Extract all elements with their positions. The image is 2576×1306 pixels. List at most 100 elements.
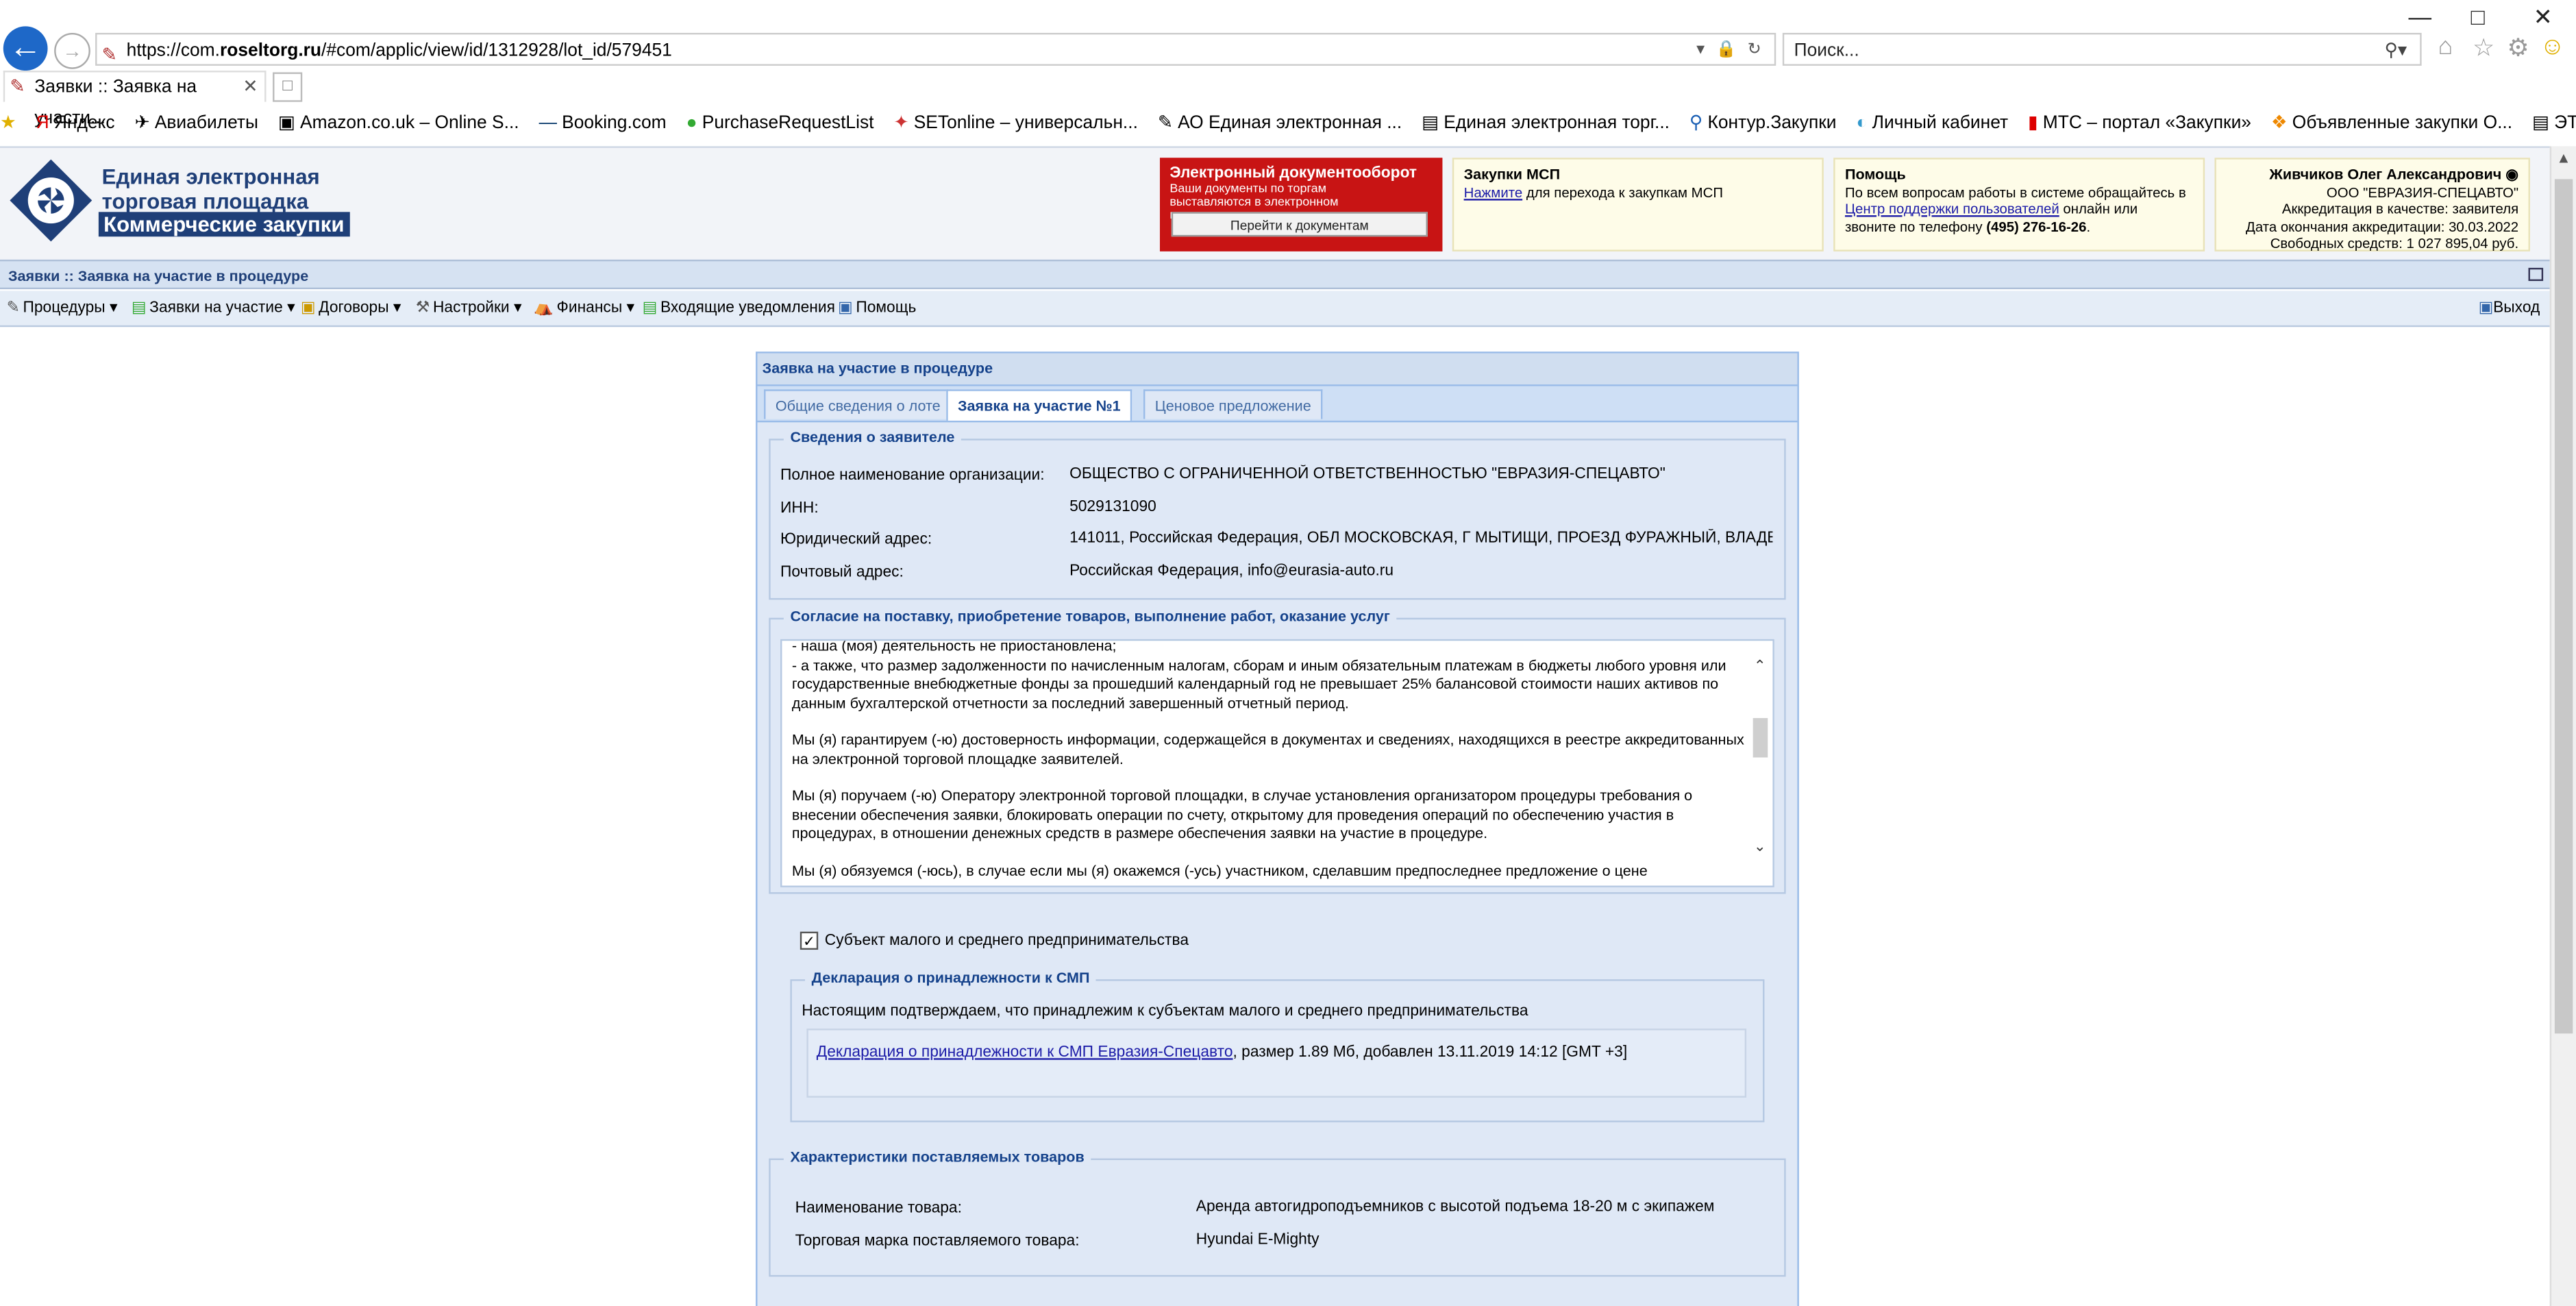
wrench-icon: ⚒ bbox=[415, 299, 430, 317]
tab-favicon-icon: ✎ bbox=[10, 77, 25, 97]
applicant-section: Сведения о заявителе Полное наименование… bbox=[769, 428, 1786, 600]
menu-settings[interactable]: ⚒ Настройки ▾ bbox=[416, 291, 522, 325]
fav-item[interactable]: ▣ Amazon.co.uk – Online S... bbox=[278, 105, 519, 141]
support-center-link[interactable]: Центр поддержки пользователей bbox=[1845, 201, 2059, 217]
fav-item[interactable]: Я Яндекс bbox=[36, 105, 115, 141]
smiley-icon[interactable]: ☺ bbox=[2540, 33, 2565, 61]
user-accreditation: Аккредитация в качестве: заявителя bbox=[2281, 200, 2519, 217]
close-window-icon[interactable]: ✕ bbox=[2534, 3, 2553, 32]
menu-finance[interactable]: ⛺ Финансы ▾ bbox=[534, 291, 634, 325]
page-icon: ▤ bbox=[2532, 113, 2549, 134]
logo-text-line2: торговая площадка bbox=[101, 188, 309, 214]
tab-lot-info[interactable]: Общие сведения о лоте bbox=[764, 389, 952, 419]
smp-checkbox[interactable]: ✓ bbox=[800, 931, 819, 950]
help-title: Помощь bbox=[1844, 166, 1906, 183]
address-bar[interactable]: ✎ https://com.roseltorg.ru/#com/applic/v… bbox=[95, 32, 1776, 67]
msp-title: Закупки МСП bbox=[1463, 166, 1561, 183]
goods-section: Характеристики поставляемых товаров Наим… bbox=[769, 1148, 1786, 1277]
zakupki-icon: ❖ bbox=[2270, 113, 2288, 134]
url-domain: roseltorg.ru bbox=[219, 40, 322, 61]
declaration-document-link[interactable]: Декларация о принадлежности к СМП Еврази… bbox=[817, 1044, 1233, 1061]
menu-notifications[interactable]: ▤ Входящие уведомления bbox=[643, 291, 835, 325]
fav-item[interactable]: ◐ Личный кабинет bbox=[1856, 105, 2008, 141]
back-button[interactable]: ← bbox=[3, 26, 48, 71]
menu-contracts[interactable]: ▣ Договоры ▾ bbox=[301, 291, 401, 325]
browser-chrome: ← → ✎ https://com.roseltorg.ru/#com/appl… bbox=[0, 0, 2576, 145]
eye-icon[interactable]: ◉ bbox=[2505, 166, 2518, 182]
fav-item[interactable]: ✎ АО Единая электронная ... bbox=[1158, 105, 1402, 141]
forward-button[interactable]: → bbox=[54, 32, 90, 69]
amazon-icon: ▣ bbox=[277, 113, 295, 134]
arrow-right-icon: → bbox=[62, 39, 82, 63]
fav-item[interactable]: ✦ SETonline – универсальн... bbox=[893, 105, 1138, 141]
site-favicon-icon: ✎ bbox=[101, 46, 117, 66]
smp-checkbox-label[interactable]: Субъект малого и среднего предпринимател… bbox=[825, 932, 1189, 950]
consent-textarea[interactable]: - наша (моя) деятельность не приостановл… bbox=[780, 639, 1774, 887]
menu-procedures[interactable]: ✎ Процедуры ▾ bbox=[7, 291, 118, 325]
exit-icon: ▣ bbox=[2478, 299, 2494, 317]
logo-text-line1: Единая электронная bbox=[101, 164, 320, 189]
exit-button[interactable]: ▣Выход bbox=[2479, 291, 2540, 325]
fav-item[interactable]: ❖ Объявленные закупки О... bbox=[2271, 105, 2512, 141]
panel-tabs: Общие сведения о лоте Заявка на участие … bbox=[757, 386, 1798, 423]
favorites-star-icon[interactable]: ★ bbox=[0, 105, 16, 141]
go-to-documents-button[interactable]: Перейти к документам bbox=[1171, 212, 1428, 237]
yandex-icon: Я bbox=[36, 113, 49, 134]
textarea-scroll-thumb[interactable] bbox=[1753, 717, 1768, 758]
msp-link[interactable]: Нажмите bbox=[1464, 183, 1523, 199]
close-tab-icon[interactable]: ✕ bbox=[243, 73, 258, 104]
menu-help[interactable]: ▣ Помощь bbox=[838, 291, 916, 325]
menu-applications[interactable]: ▤ Заявки на участие ▾ bbox=[132, 291, 295, 325]
scroll-up-icon[interactable]: ▲ bbox=[2556, 149, 2571, 166]
fav-item[interactable]: — Booking.com bbox=[539, 105, 667, 141]
search-input[interactable]: Поиск... ⚲▾ bbox=[1782, 32, 2422, 67]
consent-section: Согласие на поставку, приобретение товар… bbox=[769, 608, 1786, 894]
fav-item[interactable]: ● PurchaseRequestList bbox=[686, 105, 874, 141]
fav-item[interactable]: ▤ЭТП ТЭК-Торг секция ПА... bbox=[2532, 105, 2576, 141]
plane-icon: ✈ bbox=[134, 113, 150, 134]
mts-icon: ▮ bbox=[2028, 113, 2038, 134]
home-icon[interactable]: ⌂ bbox=[2438, 33, 2453, 61]
tab-application[interactable]: Заявка на участие №1 bbox=[946, 389, 1132, 421]
browser-tab[interactable]: ✎ Заявки :: Заявка на участи... ✕ bbox=[3, 71, 267, 128]
search-icon[interactable]: ⚲▾ bbox=[2385, 34, 2407, 67]
panel-title: Заявка на участие в процедуре bbox=[757, 353, 1798, 386]
user-box: Живчиков Олег Александрович ◉ ООО "ЕВРАЗ… bbox=[2214, 158, 2530, 251]
postal-address-value: Российская Федерация, info@eurasia-auto.… bbox=[1069, 562, 1394, 580]
maximize-icon[interactable]: □ bbox=[2471, 3, 2485, 29]
contracts-icon: ▣ bbox=[300, 299, 316, 317]
fav-item[interactable]: ⚲ Контур.Закупки bbox=[1689, 105, 1837, 141]
field-label: ИНН: bbox=[780, 499, 819, 518]
inbox-icon: ▤ bbox=[642, 299, 658, 317]
minimize-icon[interactable]: — bbox=[2408, 3, 2431, 29]
fav-item[interactable]: ▤ Единая электронная торг... bbox=[1422, 105, 1670, 141]
fav-item[interactable]: ✈ Авиабилеты bbox=[135, 105, 258, 141]
page-scrollbar[interactable]: ▲ bbox=[2549, 146, 2576, 1306]
maximize-panel-icon[interactable] bbox=[2528, 267, 2544, 282]
cabinet-icon: ◐ bbox=[1856, 113, 1868, 134]
arrow-left-icon: ← bbox=[9, 29, 42, 66]
chevron-down-icon[interactable]: ⌄ bbox=[1754, 838, 1766, 856]
field-label: Полное наименование организации: bbox=[780, 467, 1045, 485]
address-tools-icon[interactable]: ▾ 🔒 ↻ bbox=[1696, 34, 1764, 67]
field-label: Почтовый адрес: bbox=[780, 563, 904, 582]
url-prefix: https://com. bbox=[126, 40, 220, 61]
user-name[interactable]: Живчиков Олег Александрович bbox=[2269, 166, 2501, 182]
chevron-up-icon[interactable]: ⌃ bbox=[1754, 657, 1766, 675]
document-attachment: Декларация о принадлежности к СМП Еврази… bbox=[806, 1028, 1747, 1098]
fav-item[interactable]: ▮ МТС – портал «Закупки» bbox=[2028, 105, 2251, 141]
org-name-value: ОБЩЕСТВО С ОГРАНИЧЕННОЙ ОТВЕТСТВЕННОСТЬЮ… bbox=[1069, 465, 1665, 484]
star-icon[interactable]: ☆ bbox=[2473, 33, 2494, 62]
gear-icon[interactable]: ⚙ bbox=[2507, 33, 2529, 62]
url-path: /#com/applic/view/id/1312928/lot_id/5794… bbox=[321, 40, 672, 61]
applicant-legend: Сведения о заявителе bbox=[783, 428, 961, 445]
smp-declaration: Декларация о принадлежности к СМП Настоя… bbox=[790, 969, 1765, 1122]
tab-bar: ✎ Заявки :: Заявка на участи... ✕ □ bbox=[0, 71, 2576, 128]
consent-text: - наша (моя) деятельность не приостановл… bbox=[791, 639, 1744, 878]
tab-price-offer[interactable]: Ценовое предложение bbox=[1143, 389, 1323, 419]
booking-icon: — bbox=[538, 113, 557, 134]
help-icon: ▣ bbox=[837, 299, 853, 317]
scrollbar-thumb[interactable] bbox=[2554, 179, 2573, 1034]
new-tab-button[interactable]: □ bbox=[273, 72, 303, 102]
declaration-text: Настоящим подтверждаем, что принадлежим … bbox=[802, 1002, 1528, 1021]
